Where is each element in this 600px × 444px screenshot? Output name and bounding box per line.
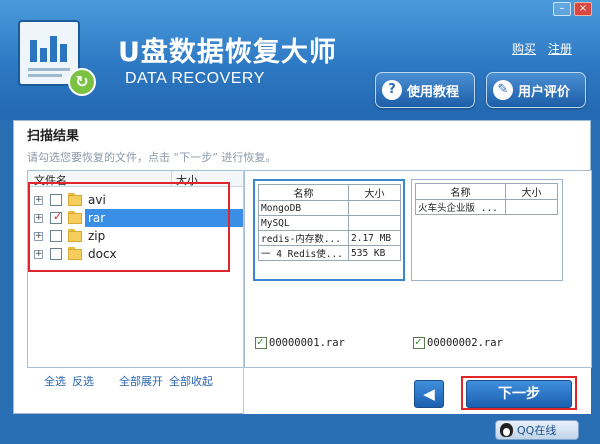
- qq-penguin-icon: [500, 423, 513, 437]
- invert-selection-link[interactable]: 反选: [72, 373, 94, 389]
- tutorial-label: 使用教程: [407, 84, 460, 100]
- entry-name: MySQL: [258, 215, 349, 231]
- table-row: MongoDB: [258, 200, 401, 216]
- col-header-size: 大小: [505, 183, 558, 200]
- app-title: U盘数据恢复大师: [118, 37, 337, 68]
- expand-all-link[interactable]: 全部展开: [119, 373, 163, 389]
- review-button[interactable]: ✎ 用户评价: [486, 72, 586, 108]
- archive-preview-card[interactable]: 名称 大小 MongoDB MySQL redis-内存数... 2.17 MB: [253, 179, 405, 281]
- qq-online-label: QQ在线: [517, 424, 557, 437]
- top-links: 购买 注册: [512, 40, 572, 57]
- entry-size: 2.17 MB: [348, 230, 401, 246]
- entry-size: [348, 215, 401, 231]
- archive-file-label[interactable]: ✓ 00000001.rar: [255, 335, 345, 349]
- collapse-all-link[interactable]: 全部收起: [169, 373, 213, 389]
- register-link[interactable]: 注册: [548, 40, 572, 57]
- archive-contents-table: 名称 大小 MongoDB MySQL redis-内存数... 2.17 MB: [258, 184, 401, 261]
- back-button[interactable]: ◀: [414, 380, 444, 408]
- archive-filename: 00000001.rar: [269, 337, 345, 349]
- file-checkbox[interactable]: ✓: [255, 335, 267, 349]
- review-label: 用户评价: [518, 84, 571, 100]
- col-header-size: 大小: [348, 184, 401, 201]
- entry-name: 火车头企业版 ...: [415, 199, 506, 215]
- archive-contents-table: 名称 大小 火车头企业版 ...: [415, 183, 558, 215]
- scan-results-title: 扫描结果: [27, 129, 80, 144]
- minimize-button[interactable]: –: [553, 2, 571, 16]
- archive-preview-card[interactable]: 名称 大小 火车头企业版 ...: [411, 179, 563, 281]
- select-all-link[interactable]: 全选: [44, 373, 66, 389]
- buy-link[interactable]: 购买: [512, 40, 536, 57]
- file-checkbox[interactable]: ✓: [413, 335, 425, 349]
- entry-size: 535 KB: [348, 245, 401, 261]
- table-row: 火车头企业版 ...: [415, 199, 558, 215]
- entry-name: redis-内存数...: [258, 230, 349, 246]
- scan-hint: 请勾选您要恢复的文件，点击 “下一步” 进行恢复。: [27, 151, 277, 164]
- entry-size: [348, 200, 401, 216]
- entry-name: 一 4 Redis使...: [258, 245, 349, 261]
- col-header-name: 名称: [415, 183, 506, 200]
- table-row: redis-内存数... 2.17 MB: [258, 230, 401, 246]
- window-controls: – ×: [553, 2, 592, 16]
- entry-name: MongoDB: [258, 200, 349, 216]
- preview-panel: 名称 大小 MongoDB MySQL redis-内存数... 2.17 MB: [244, 170, 592, 368]
- entry-size: [505, 199, 558, 215]
- check-icon: ✓: [415, 335, 422, 348]
- table-row: 一 4 Redis使... 535 KB: [258, 245, 401, 261]
- highlight-frame: [461, 376, 577, 410]
- archive-file-label[interactable]: ✓ 00000002.rar: [413, 335, 503, 349]
- qq-online-button[interactable]: QQ在线: [495, 420, 579, 440]
- help-icon: ?: [382, 80, 402, 100]
- archive-filename: 00000002.rar: [427, 337, 503, 349]
- check-icon: ✓: [257, 335, 264, 348]
- app-subtitle: DATA RECOVERY: [125, 70, 265, 87]
- col-header-name: 名称: [258, 184, 349, 201]
- app-logo-icon: ↻: [18, 16, 100, 96]
- close-button[interactable]: ×: [574, 2, 592, 16]
- review-icon: ✎: [493, 80, 513, 100]
- app-header: ↻ U盘数据恢复大师 DATA RECOVERY – × 购买 注册 ? 使用教…: [0, 0, 600, 120]
- tutorial-button[interactable]: ? 使用教程: [375, 72, 475, 108]
- highlight-frame: [28, 182, 230, 272]
- table-row: MySQL: [258, 215, 401, 231]
